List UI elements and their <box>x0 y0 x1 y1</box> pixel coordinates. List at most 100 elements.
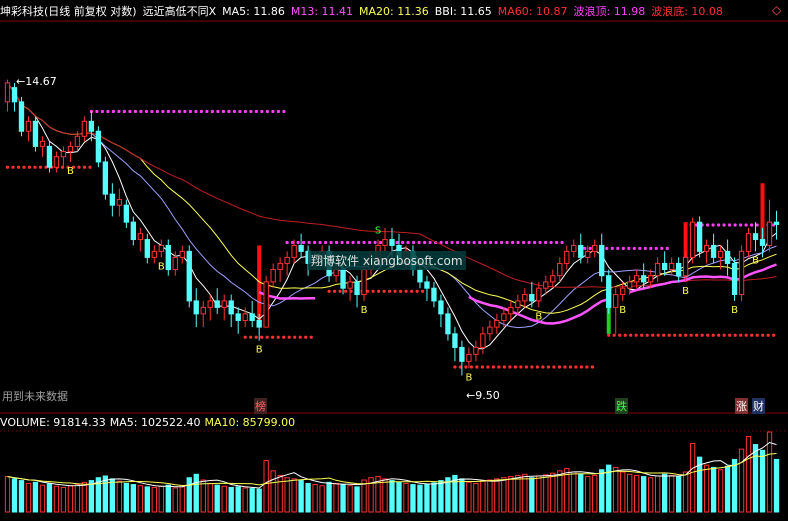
volume-bar-down <box>424 483 430 513</box>
candle-up <box>487 326 493 335</box>
candle-down <box>11 87 18 103</box>
volume-bar-up <box>536 475 542 513</box>
volume-bar-up <box>501 477 507 513</box>
volume-bar-up <box>319 485 325 513</box>
volume-bar-up <box>200 479 206 513</box>
wave-bottom-dot <box>11 165 15 169</box>
candle-down <box>641 275 647 283</box>
candle-up <box>81 120 88 137</box>
wave-bottom-dot <box>557 365 562 369</box>
volume-bar-down <box>214 484 220 513</box>
volume-bar-down <box>326 481 332 513</box>
wave-bottom-dot <box>265 335 269 339</box>
wave-bottom-dot <box>733 333 737 337</box>
volume-bar-down <box>724 465 731 513</box>
wave-top-dot <box>527 240 531 245</box>
future-data-note: 用到未来数据 <box>2 390 68 403</box>
wave-top-dot <box>302 240 306 245</box>
wave-bottom-dot <box>415 289 419 293</box>
candle-down <box>298 244 304 252</box>
wave-top-dot <box>739 223 743 227</box>
volume-bar-up <box>179 486 185 513</box>
wave-top-dot <box>654 246 658 250</box>
wave-bottom-dot <box>700 333 704 337</box>
event-badge[interactable]: 榜 <box>254 398 267 414</box>
candle-down <box>606 275 612 308</box>
event-badge[interactable]: 涨 <box>735 398 748 414</box>
wave-bottom-dot <box>612 333 616 337</box>
buy-mark: B <box>361 305 368 316</box>
wave-top-dot <box>428 240 432 245</box>
ma20-value: MA20: 11.36 <box>359 5 429 18</box>
wave-top-dot <box>461 240 465 245</box>
volume-bar-up <box>172 487 178 513</box>
wave-bottom-dot <box>382 289 386 293</box>
wave-top-dot <box>494 240 498 245</box>
wave-top-dot <box>117 109 121 114</box>
wave-bottom-dot <box>243 335 247 339</box>
wave-top-dot <box>406 240 410 245</box>
event-badge[interactable]: 财 <box>752 398 765 414</box>
buy-mark: B <box>256 345 263 356</box>
candle-down <box>214 300 220 308</box>
volume-bar-up <box>67 485 74 513</box>
candle-up <box>25 120 32 132</box>
candle-up <box>172 256 178 271</box>
wave-bottom-dot <box>623 333 627 337</box>
wave-top-dot <box>271 109 275 114</box>
volume-bar-up <box>543 474 549 513</box>
candle-up <box>263 281 269 328</box>
volume-bar-up <box>634 474 640 513</box>
candle-up <box>585 250 591 258</box>
wave-top-dot <box>373 240 377 245</box>
volume-bar-up <box>284 477 290 513</box>
wave-bottom-value: 波浪底: 10.08 <box>651 5 723 18</box>
volume-bar-down <box>130 484 137 513</box>
candle-down <box>123 204 130 223</box>
wave-top-dot <box>296 240 300 245</box>
buy-mark: B <box>682 286 689 297</box>
volume-value: VOLUME: 91814.33 <box>0 416 106 429</box>
volume-bar-down <box>752 444 759 513</box>
wave-top-dot <box>111 109 115 114</box>
volume-bar-down <box>256 488 262 513</box>
wave-bottom-dot <box>371 289 375 293</box>
wave-top-dot <box>750 223 754 227</box>
stock-title[interactable]: 坤彩科技(日线 前复权 对数) <box>0 5 137 18</box>
wave-bottom-dot <box>469 365 473 369</box>
wave-bottom-dot <box>377 289 381 293</box>
candle-up <box>557 262 563 277</box>
candle-up <box>494 319 500 328</box>
buy-mark: B <box>731 305 738 316</box>
volume-bar-up <box>703 464 710 513</box>
wave-bottom-dot <box>293 335 297 339</box>
volume-bar-up <box>550 472 556 513</box>
diamond-icon[interactable]: ◇ <box>772 3 781 17</box>
ma5-value: MA5: 11.86 <box>222 5 285 18</box>
candle-up <box>207 300 213 308</box>
wave-bottom-dot <box>656 333 660 337</box>
wave-top-dot <box>379 240 383 245</box>
wave-top-dot <box>717 223 721 227</box>
wave-bottom-dot <box>673 333 677 337</box>
sell-mark: S <box>375 226 381 237</box>
wave-bottom-dot <box>508 365 512 369</box>
volume-bar-up <box>151 486 157 513</box>
kline-chart[interactable]: B B B B B B B B B B S 坤彩科技(日线 前复权 对数) 远近高低不同X MA5: 1… <box>0 0 788 517</box>
volume-bar-up <box>508 476 514 513</box>
candle-down <box>193 300 199 315</box>
candle-up <box>703 244 710 252</box>
wave-bottom-dot <box>491 365 495 369</box>
candle-up <box>221 300 227 308</box>
wave-top-dot <box>285 240 289 245</box>
wave-bottom-dot <box>645 333 649 337</box>
wave-top-dot <box>329 240 333 245</box>
wave-bottom-dot <box>761 333 765 337</box>
volume-bars[interactable] <box>4 431 780 513</box>
volume-bar-down <box>305 482 311 513</box>
volume-bar-up <box>745 436 752 513</box>
volume-bar-up <box>39 484 46 513</box>
candles[interactable] <box>4 79 780 376</box>
wave-top-dot <box>205 109 209 114</box>
event-badge[interactable]: 跌 <box>615 398 628 414</box>
